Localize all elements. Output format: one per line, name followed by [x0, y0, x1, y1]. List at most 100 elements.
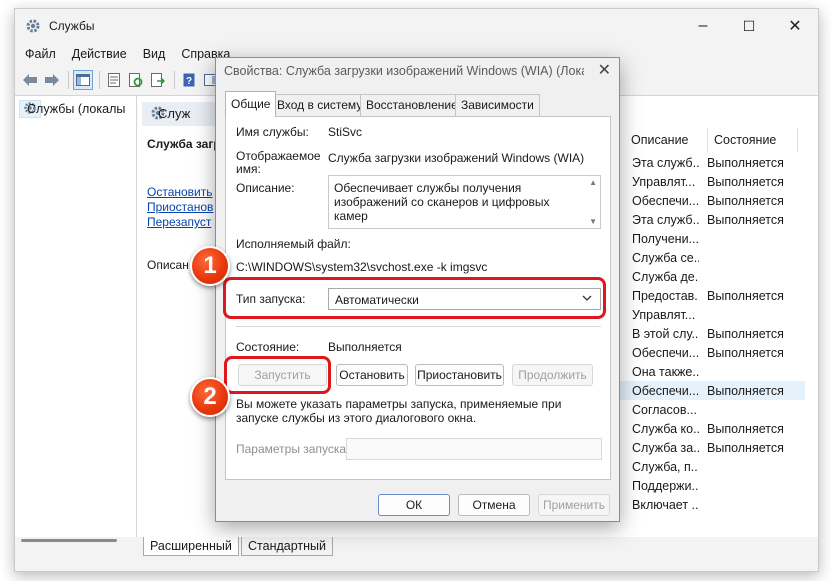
list-item-description: Служба за... — [632, 440, 699, 455]
properties-icon[interactable] — [104, 70, 124, 90]
tab-general[interactable]: Общие — [225, 91, 277, 117]
tab-extended[interactable]: Расширенный — [143, 537, 239, 556]
cancel-button[interactable]: Отмена — [458, 494, 530, 516]
list-item[interactable]: Поддержи... — [615, 476, 805, 495]
list-item[interactable]: Управлят... — [615, 305, 805, 324]
horizontal-scrollbar[interactable] — [15, 537, 125, 545]
toolbar-separator — [68, 71, 69, 89]
list-item-description: Согласов... — [632, 402, 697, 417]
console-tree-icon[interactable] — [73, 70, 93, 90]
maximize-button[interactable]: ☐ — [726, 9, 772, 43]
back-arrow-icon[interactable] — [20, 70, 40, 90]
list-item[interactable]: Получени... — [615, 229, 805, 248]
list-item[interactable]: Служба за... Выполняется — [615, 438, 805, 457]
column-header-description[interactable]: Описание — [625, 128, 708, 152]
list-item-description: Служба ко... — [632, 421, 699, 436]
description-value: Обеспечивает службы получения изображени… — [334, 181, 550, 223]
status-value: Выполняется — [328, 340, 402, 354]
list-item[interactable]: Обеспечи... Выполняется — [615, 343, 805, 362]
tab-dependencies[interactable]: Зависимости — [455, 94, 540, 116]
list-item-description: Управлят... — [632, 174, 696, 189]
list-item[interactable]: Предостав... Выполняется — [615, 286, 805, 305]
display-name-label: Отображаемое — [236, 149, 321, 163]
tab-standard[interactable]: Стандартный — [241, 537, 333, 556]
close-button[interactable]: ✕ — [772, 9, 818, 43]
list-item-description: Обеспечи... — [632, 193, 699, 208]
list-item[interactable]: Служба, п... — [615, 457, 805, 476]
column-header-state[interactable]: Состояние — [708, 128, 798, 152]
dialog-close-button[interactable]: ✕ — [598, 60, 611, 80]
list-item-description: Эта служб... — [632, 155, 699, 170]
highlight-startup-type — [223, 277, 606, 319]
list-item-description: Включает ... — [632, 497, 699, 512]
dialog-title: Свойства: Служба загрузки изображений Wi… — [224, 64, 584, 78]
list-item-state: Выполняется — [707, 155, 784, 170]
stop-service-link[interactable]: Остановить — [147, 185, 213, 199]
list-item-state: Выполняется — [707, 174, 784, 189]
list-item[interactable]: Служба ко... Выполняется — [615, 419, 805, 438]
menu-file[interactable]: Файл — [15, 47, 64, 61]
list-item-state: Выполняется — [707, 326, 784, 341]
help-icon[interactable]: ? — [179, 70, 199, 90]
tree-item-label: Службы (локалы — [27, 102, 126, 116]
list-item[interactable]: Управлят... Выполняется — [615, 172, 805, 191]
tab-recovery[interactable]: Восстановление — [360, 94, 464, 116]
list-item-description: В этой слу... — [632, 326, 699, 341]
list-item-state: Выполняется — [707, 383, 784, 398]
title-bar: Службы – ☐ ✕ — [15, 9, 818, 43]
list-item-description: Служба се... — [632, 250, 699, 265]
list-item-state: Выполняется — [707, 345, 784, 360]
list-item-description: Служба, п... — [632, 459, 699, 474]
view-tabs: Расширенный Стандартный — [15, 537, 818, 571]
divider — [236, 326, 601, 327]
start-parameters-input[interactable] — [346, 438, 602, 460]
list-item[interactable]: Служба се... — [615, 248, 805, 267]
tab-log-on[interactable]: Вход в систему — [271, 94, 369, 116]
menu-action[interactable]: Действие — [64, 47, 135, 61]
list-item-description: Служба де... — [632, 269, 699, 284]
minimize-button[interactable]: – — [680, 9, 726, 43]
list-item-description: Эта служб... — [632, 212, 699, 227]
menu-bar: Файл Действие Вид Справка — [15, 43, 238, 65]
list-item-state: Выполняется — [707, 288, 784, 303]
svg-text:?: ? — [186, 76, 192, 87]
list-item-description: Предостав... — [632, 288, 699, 303]
service-name-value: StiSvc — [328, 125, 363, 139]
list-item[interactable]: Включает ... — [615, 495, 805, 514]
list-item[interactable]: Эта служб... Выполняется — [615, 210, 805, 229]
description-scrollbar[interactable]: ▲ ▼ — [586, 176, 600, 228]
forward-arrow-icon[interactable] — [42, 70, 62, 90]
list-item[interactable]: Согласов... — [615, 400, 805, 419]
stop-button[interactable]: Остановить — [336, 364, 408, 386]
resume-button[interactable]: Продолжить — [512, 364, 593, 386]
description-label: Описание: — [236, 181, 295, 195]
list-item-description: Обеспечи... — [632, 383, 699, 398]
highlight-start-button — [224, 356, 331, 394]
apply-button[interactable]: Применить — [538, 494, 610, 516]
scroll-up-icon[interactable]: ▲ — [589, 178, 597, 187]
start-parameters-label: Параметры запуска: — [236, 442, 350, 456]
list-item-state: Выполняется — [707, 421, 784, 436]
list-item-description: Поддержи... — [632, 478, 699, 493]
export-list-icon[interactable] — [148, 70, 168, 90]
refresh-icon[interactable] — [126, 70, 146, 90]
pause-button[interactable]: Приостановить — [415, 364, 504, 386]
list-item[interactable]: В этой слу... Выполняется — [615, 324, 805, 343]
description-box[interactable]: Обеспечивает службы получения изображени… — [328, 175, 601, 229]
list-item[interactable]: Она также... — [615, 362, 805, 381]
toolbar-separator — [99, 71, 100, 89]
start-parameters-hint: Вы можете указать параметры запуска, при… — [236, 397, 562, 425]
menu-view[interactable]: Вид — [135, 47, 174, 61]
step-2-badge: 2 — [190, 377, 230, 417]
list-item[interactable]: Обеспечи... Выполняется — [615, 381, 805, 400]
list-item-state: Выполняется — [707, 212, 784, 227]
tree-item-services-local[interactable]: Службы (локалы — [19, 100, 125, 118]
list-item-description: Управлят... — [632, 307, 696, 322]
scroll-down-icon[interactable]: ▼ — [589, 217, 597, 226]
list-item[interactable]: Обеспечи... Выполняется — [615, 191, 805, 210]
list-item[interactable]: Эта служб... Выполняется — [615, 153, 805, 172]
list-item[interactable]: Служба де... — [615, 267, 805, 286]
restart-service-link[interactable]: Перезапуст — [147, 215, 211, 229]
ok-button[interactable]: ОК — [378, 494, 450, 516]
pause-service-link[interactable]: Приостанов — [147, 200, 213, 214]
